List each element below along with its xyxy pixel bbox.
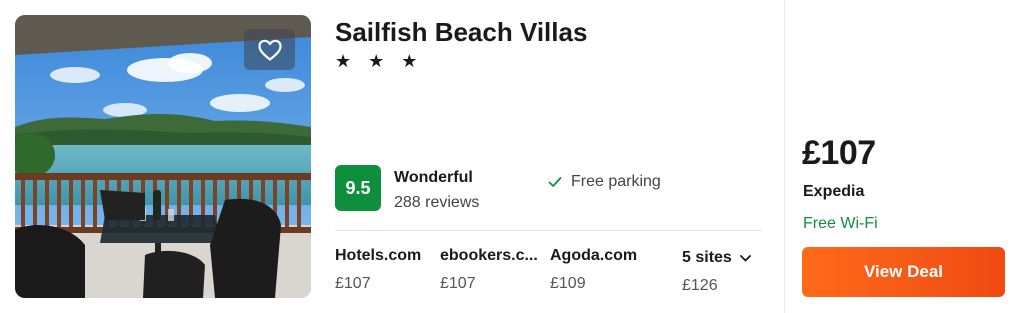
deal-perk: Free Wi-Fi: [803, 215, 878, 232]
view-deal-button[interactable]: View Deal: [802, 247, 1005, 297]
amenity-label: Free parking: [571, 173, 661, 190]
site-price: £126: [682, 277, 718, 294]
heart-icon: [257, 39, 282, 61]
more-sites-dropdown[interactable]: 5 sites £126: [682, 249, 751, 295]
more-sites-label: 5 sites: [682, 249, 751, 267]
site-price-hotels-com[interactable]: Hotels.com £107: [335, 247, 421, 293]
amenity-free-parking: Free parking: [548, 173, 661, 191]
review-score-badge: 9.5: [335, 165, 381, 211]
site-name: Hotels.com: [335, 247, 422, 264]
deal-provider: Expedia: [803, 183, 865, 200]
site-price: £107: [335, 275, 371, 292]
chevron-down-icon: [739, 254, 751, 261]
column-divider: [784, 0, 785, 313]
review-score-label: Wonderful: [394, 169, 473, 186]
hotel-name[interactable]: Sailfish Beach Villas: [335, 17, 587, 48]
site-price: £107: [440, 275, 476, 292]
hotel-result-card: Sailfish Beach Villas ★ ★ ★ 9.5 Wonderfu…: [0, 0, 1024, 313]
favorite-button[interactable]: [244, 29, 295, 70]
site-price: £109: [550, 275, 586, 292]
divider: [335, 230, 762, 231]
review-count[interactable]: 288 reviews: [394, 194, 479, 212]
star-rating: ★ ★ ★: [335, 51, 424, 71]
deal-price: £107: [802, 134, 876, 172]
site-price-ebookers[interactable]: ebookers.c... £107: [440, 247, 538, 293]
check-icon: [548, 177, 562, 187]
more-sites-text: 5 sites: [682, 249, 732, 266]
site-name: ebookers.c...: [440, 247, 538, 264]
site-price-agoda[interactable]: Agoda.com £109: [550, 247, 637, 293]
site-name: Agoda.com: [550, 247, 638, 264]
